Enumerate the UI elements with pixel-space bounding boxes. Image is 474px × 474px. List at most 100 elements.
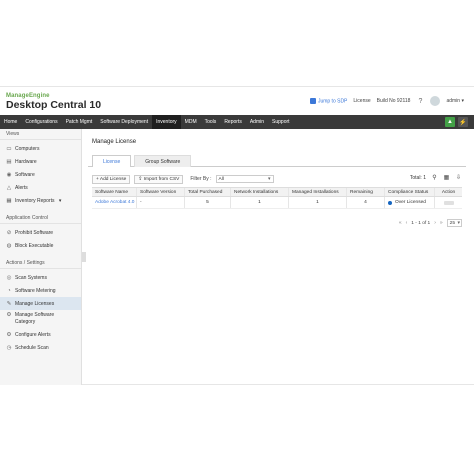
block-icon: ◍ bbox=[6, 242, 12, 249]
nav-quick-actions: ▲ ⚡ bbox=[445, 117, 468, 127]
col-network-installations[interactable]: Network Installations bbox=[231, 188, 289, 196]
sidebar-item-schedule-scan[interactable]: ◷ Schedule Scan bbox=[0, 341, 81, 354]
per-page-select[interactable]: 25 bbox=[446, 219, 462, 227]
first-page-icon[interactable]: « bbox=[399, 220, 402, 226]
toolbar: + Add License ⇪ Import from CSV Filter B… bbox=[92, 174, 466, 184]
pagination: « ‹ 1 - 1 of 1 › » 25 bbox=[399, 219, 462, 227]
sidebar-item-hardware[interactable]: ▤ Hardware bbox=[0, 155, 81, 168]
header-actions: Jump to SDP License Build No 92118 ? adm… bbox=[309, 95, 464, 107]
col-remaining[interactable]: Remaining bbox=[347, 188, 385, 196]
software-icon: ◉ bbox=[6, 171, 12, 178]
nav-admin[interactable]: Admin bbox=[246, 115, 268, 129]
sidebar-section-actions: Actions / Settings bbox=[0, 258, 81, 269]
col-software-version[interactable]: Software Version bbox=[137, 188, 185, 196]
alert-icon: △ bbox=[6, 184, 12, 191]
filter-select[interactable]: All bbox=[215, 175, 274, 183]
sidebar-item-prohibit-software[interactable]: ⊘ Prohibit Software bbox=[0, 226, 81, 239]
configure-alert-icon: ⚙ bbox=[6, 331, 12, 338]
license-table: Software Name Software Version Total Pur… bbox=[92, 187, 462, 209]
toolbar-right: Total: 1 ⚲ ▦ ⇩ bbox=[409, 174, 462, 182]
nav-inventory[interactable]: Inventory bbox=[152, 115, 181, 129]
user-menu[interactable]: admin ▾ bbox=[446, 98, 464, 104]
sidebar-item-block-executable[interactable]: ◍ Block Executable bbox=[0, 239, 81, 252]
software-name-link[interactable]: Adobe Acrobat 4.0 bbox=[92, 197, 137, 208]
total-count: Total: 1 bbox=[409, 174, 426, 181]
next-page-icon[interactable]: › bbox=[434, 220, 436, 226]
nav-reports[interactable]: Reports bbox=[220, 115, 246, 129]
sidebar-collapse-handle[interactable] bbox=[82, 252, 86, 262]
jump-sdp-link[interactable]: Jump to SDP bbox=[309, 97, 347, 104]
header: ManageEngine Desktop Central 10 Jump to … bbox=[0, 87, 474, 115]
app-window: ManageEngine Desktop Central 10 Jump to … bbox=[0, 86, 474, 385]
build-number: Build No 92118 bbox=[376, 98, 411, 104]
prev-page-icon[interactable]: ‹ bbox=[406, 220, 408, 226]
schedule-icon: ◷ bbox=[6, 344, 12, 351]
sidebar-item-software[interactable]: ◉ Software bbox=[0, 168, 81, 181]
status-dot-icon bbox=[388, 200, 392, 205]
add-license-button[interactable]: + Add License bbox=[92, 174, 131, 184]
row-action-button[interactable] bbox=[443, 200, 454, 205]
sidebar-item-configure-alerts[interactable]: ⚙ Configure Alerts bbox=[0, 328, 81, 341]
col-managed-installations[interactable]: Managed Installations bbox=[289, 188, 347, 196]
export-icon[interactable]: ⇩ bbox=[455, 174, 462, 181]
sidebar-item-manage-software-category[interactable]: ⚙ Manage Software Category bbox=[0, 310, 81, 328]
page-title: Manage License bbox=[92, 139, 137, 145]
scan-icon: ◎ bbox=[6, 274, 12, 281]
sidebar-section-views: Views bbox=[0, 129, 81, 140]
columns-icon[interactable]: ▦ bbox=[443, 174, 450, 181]
action-cell bbox=[435, 197, 462, 208]
network-installations-cell: 1 bbox=[231, 197, 289, 208]
tab-bar: License Group Software bbox=[88, 155, 466, 167]
import-csv-button[interactable]: ⇪ Import from CSV bbox=[134, 174, 184, 184]
sidebar-item-inventory-reports[interactable]: ▦ Inventory Reports ▾ bbox=[0, 194, 81, 207]
sidebar-item-software-metering[interactable]: ◔ Software Metering bbox=[0, 284, 81, 297]
page-range: 1 - 1 of 1 bbox=[411, 220, 431, 226]
avatar[interactable] bbox=[430, 96, 441, 106]
col-action: Action bbox=[441, 189, 456, 195]
sidebar: Views ▭ Computers ▤ Hardware ◉ Software △ Al… bbox=[0, 129, 82, 385]
table-header: Software Name Software Version Total Pur… bbox=[92, 187, 462, 197]
sdp-icon bbox=[309, 97, 316, 104]
nav-configurations[interactable]: Configurations bbox=[21, 115, 61, 129]
sidebar-item-scan-systems[interactable]: ◎ Scan Systems bbox=[0, 271, 81, 284]
search-icon[interactable]: ⚲ bbox=[431, 174, 438, 181]
nav-tools[interactable]: Tools bbox=[201, 115, 221, 129]
import-icon: ⇪ bbox=[138, 176, 143, 182]
col-software-name[interactable]: Software Name bbox=[92, 188, 137, 196]
remaining-cell: 4 bbox=[347, 197, 385, 208]
last-page-icon[interactable]: » bbox=[440, 220, 443, 226]
nav-patch-mgmt[interactable]: Patch Mgmt bbox=[62, 115, 97, 129]
help-icon[interactable]: ? bbox=[416, 97, 424, 105]
total-purchased-cell: 5 bbox=[185, 197, 231, 208]
hardware-icon: ▤ bbox=[6, 158, 12, 165]
meter-icon: ◔ bbox=[7, 287, 11, 294]
main-content: Manage License License Group Software + … bbox=[88, 129, 466, 384]
main-nav: Home Configurations Patch Mgmt Software … bbox=[0, 115, 474, 129]
report-icon: ▦ bbox=[6, 197, 12, 204]
computer-icon: ▭ bbox=[6, 145, 12, 152]
nav-mdm[interactable]: MDM bbox=[181, 115, 201, 129]
sidebar-item-manage-licenses[interactable]: ✎ Manage Licenses bbox=[0, 297, 81, 310]
tab-group-software[interactable]: Group Software bbox=[134, 155, 192, 167]
nav-support[interactable]: Support bbox=[268, 115, 294, 129]
software-version-cell: - bbox=[137, 197, 185, 208]
nav-software-deployment[interactable]: Software Deployment bbox=[96, 115, 152, 129]
compliance-status-cell: Over Licensed bbox=[385, 197, 435, 208]
sidebar-item-computers[interactable]: ▭ Computers bbox=[0, 142, 81, 155]
category-icon: ⚙ bbox=[6, 311, 12, 318]
col-total-purchased[interactable]: Total Purchased bbox=[185, 188, 231, 196]
license-link[interactable]: License bbox=[353, 98, 370, 104]
sidebar-section-app-control: Application Control bbox=[0, 213, 81, 224]
bolt-icon[interactable]: ⚡ bbox=[458, 117, 468, 127]
tab-license[interactable]: License bbox=[92, 155, 132, 167]
prohibit-icon: ⊘ bbox=[6, 229, 12, 236]
license-icon: ✎ bbox=[6, 300, 12, 307]
col-compliance-status[interactable]: Compliance Status bbox=[385, 188, 435, 196]
managed-installations-cell: 1 bbox=[289, 197, 347, 208]
nav-home[interactable]: Home bbox=[0, 115, 21, 129]
bell-icon[interactable]: ▲ bbox=[445, 117, 455, 127]
product-name: Desktop Central 10 bbox=[6, 99, 102, 111]
sidebar-item-alerts[interactable]: △ Alerts bbox=[0, 181, 81, 194]
filter-label: Filter By : bbox=[190, 176, 212, 182]
table-row: Adobe Acrobat 4.0 - 5 1 1 4 Over License… bbox=[92, 197, 462, 209]
